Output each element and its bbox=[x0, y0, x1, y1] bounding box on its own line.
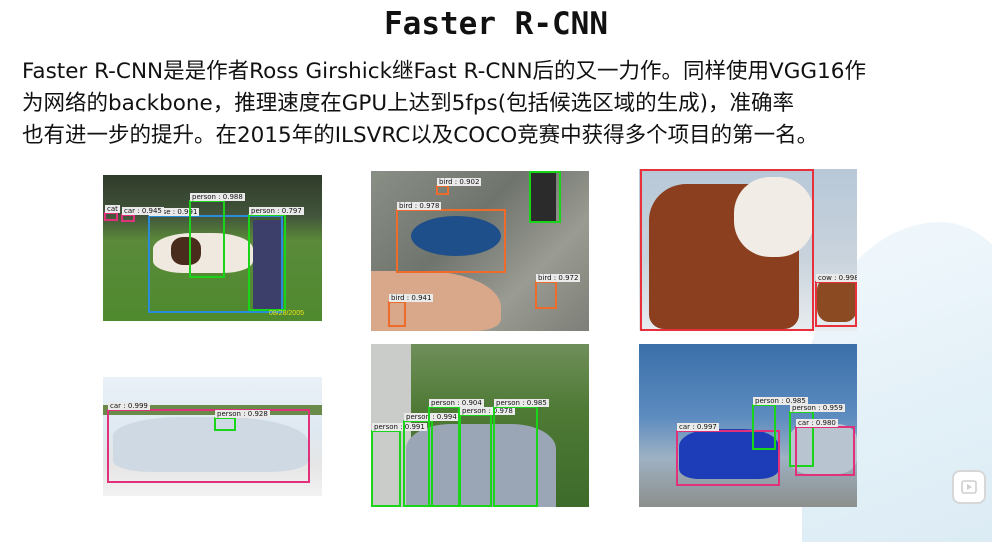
label-car-2: car : 0.980 bbox=[796, 419, 838, 427]
box-bird-2: bird : 0.978 bbox=[396, 202, 506, 273]
detection-image-birds: bird : 0.902 bird : 0.978 bird : 0.972 b… bbox=[371, 171, 589, 331]
box-driver: person : 0.928 bbox=[214, 410, 270, 431]
box-car-2: car : 0.980 bbox=[795, 419, 855, 476]
box-car: car : 0.999 bbox=[107, 402, 310, 483]
box-bird-1: bird : 0.902 bbox=[436, 178, 482, 195]
label-bird-2: bird : 0.978 bbox=[397, 202, 442, 210]
box-person-rider: person : 0.988 bbox=[189, 193, 245, 278]
paragraph-line-1: Faster R-CNN是是作者Ross Girshick继Fast R-CNN… bbox=[22, 59, 866, 84]
label-car-1: car : 0.997 bbox=[677, 423, 719, 431]
label-car: car : 0.999 bbox=[108, 402, 150, 410]
detection-image-cars: car : 0.997 person : 0.985 person : 0.95… bbox=[639, 344, 857, 507]
box-person bbox=[529, 171, 561, 223]
label-person-rider: person : 0.988 bbox=[190, 193, 245, 201]
label-car: car : 0.945 bbox=[122, 207, 164, 215]
detection-image-car: car : 0.999 person : 0.928 bbox=[103, 377, 322, 496]
box-cow-main bbox=[640, 169, 814, 331]
box-person-standing: person : 0.797 bbox=[248, 207, 304, 311]
box-person-a: person : 0.985 bbox=[752, 397, 808, 450]
play-icon[interactable] bbox=[952, 470, 986, 504]
box-person-4: person : 0.978 bbox=[459, 407, 515, 507]
box-cow-small: cow : 0.998 bbox=[815, 274, 857, 327]
box-bird-3: bird : 0.972 bbox=[535, 274, 581, 309]
box-bird-4: bird : 0.941 bbox=[388, 294, 434, 327]
box-person-1: person : 0.991 bbox=[371, 423, 427, 507]
play-glyph bbox=[961, 480, 977, 494]
label-person-5: person : 0.985 bbox=[494, 399, 549, 407]
box-person-5: person : 0.985 bbox=[493, 399, 549, 507]
detection-image-people: person : 0.991 person : 0.994 person : 0… bbox=[371, 344, 589, 507]
paragraph-line-2: 为网络的backbone，推理速度在GPU上达到5fps(包括候选区域的生成)，… bbox=[22, 91, 794, 116]
label-bird-1: bird : 0.902 bbox=[437, 178, 482, 186]
label-driver: person : 0.928 bbox=[215, 410, 270, 418]
paragraph-line-3: 也有进一步的提升。在2015年的ILSVRC以及COCO竞赛中获得多个项目的第一… bbox=[22, 123, 819, 148]
box-person-3: person : 0.904 bbox=[428, 399, 484, 507]
label-cat: cat bbox=[105, 205, 120, 213]
detection-image-horse: horse : 0.991 person : 0.988 person : 0.… bbox=[103, 175, 322, 321]
description-paragraph: Faster R-CNN是是作者Ross Girshick继Fast R-CNN… bbox=[22, 56, 982, 152]
label-bird-3: bird : 0.972 bbox=[536, 274, 581, 282]
label-cow: cow : 0.998 bbox=[816, 274, 857, 282]
box-car: car : 0.945 bbox=[121, 207, 164, 222]
label-bird-4: bird : 0.941 bbox=[389, 294, 434, 302]
label-person-3: person : 0.904 bbox=[429, 399, 484, 407]
slide-title: Faster R-CNN bbox=[384, 6, 608, 42]
label-person-standing: person : 0.797 bbox=[249, 207, 304, 215]
photo-timestamp: 08/28/2005 bbox=[268, 310, 304, 317]
label-person-b: person : 0.959 bbox=[790, 404, 845, 412]
detection-image-cows: cow : 0.998 bbox=[639, 169, 857, 331]
box-cat: cat bbox=[104, 205, 120, 221]
